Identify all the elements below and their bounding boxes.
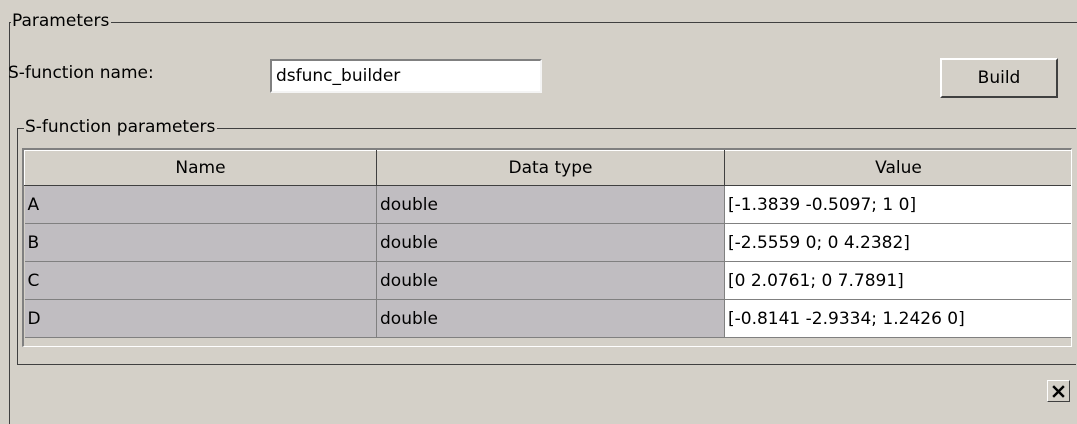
parameters-table: Name Data type Value A double [-1.3839 -… xyxy=(24,150,1071,338)
build-button[interactable]: Build xyxy=(940,58,1058,98)
close-button[interactable] xyxy=(1047,380,1070,402)
param-value-cell[interactable]: [-2.5559 0; 0 4.2382] xyxy=(724,223,1071,262)
sfunction-name-label: S-function name: xyxy=(8,63,154,83)
parameters-group-title: Parameters xyxy=(11,11,112,31)
close-icon xyxy=(1052,384,1065,398)
column-header-value[interactable]: Value xyxy=(724,150,1071,186)
column-header-name[interactable]: Name xyxy=(24,150,377,186)
sfunction-parameters-title: S-function parameters xyxy=(24,117,218,137)
param-data-type-cell: double xyxy=(376,223,725,262)
sfunction-name-input[interactable] xyxy=(270,59,542,93)
param-data-type-cell: double xyxy=(376,261,725,300)
param-value-cell[interactable]: [-0.8141 -2.9334; 1.2426 0] xyxy=(724,299,1071,338)
builder-panel: { "parameters_group": { "title": "Parame… xyxy=(0,0,1077,424)
parameters-table-viewport: Name Data type Value A double [-1.3839 -… xyxy=(22,148,1072,347)
param-data-type-cell: double xyxy=(376,185,725,224)
column-header-data-type[interactable]: Data type xyxy=(376,150,725,186)
table-row: C double [0 2.0761; 0 7.7891] xyxy=(24,261,1071,300)
param-name-cell: C xyxy=(24,261,377,300)
param-name-cell: B xyxy=(24,223,377,262)
table-row: D double [-0.8141 -2.9334; 1.2426 0] xyxy=(24,299,1071,338)
param-value-cell[interactable]: [0 2.0761; 0 7.7891] xyxy=(724,261,1071,300)
param-name-cell: D xyxy=(24,299,377,338)
param-value-cell[interactable]: [-1.3839 -0.5097; 1 0] xyxy=(724,185,1071,224)
table-row: B double [-2.5559 0; 0 4.2382] xyxy=(24,223,1071,262)
table-row: A double [-1.3839 -0.5097; 1 0] xyxy=(24,185,1071,224)
param-data-type-cell: double xyxy=(376,299,725,338)
param-name-cell: A xyxy=(24,185,377,224)
table-header-row: Name Data type Value xyxy=(24,150,1071,186)
